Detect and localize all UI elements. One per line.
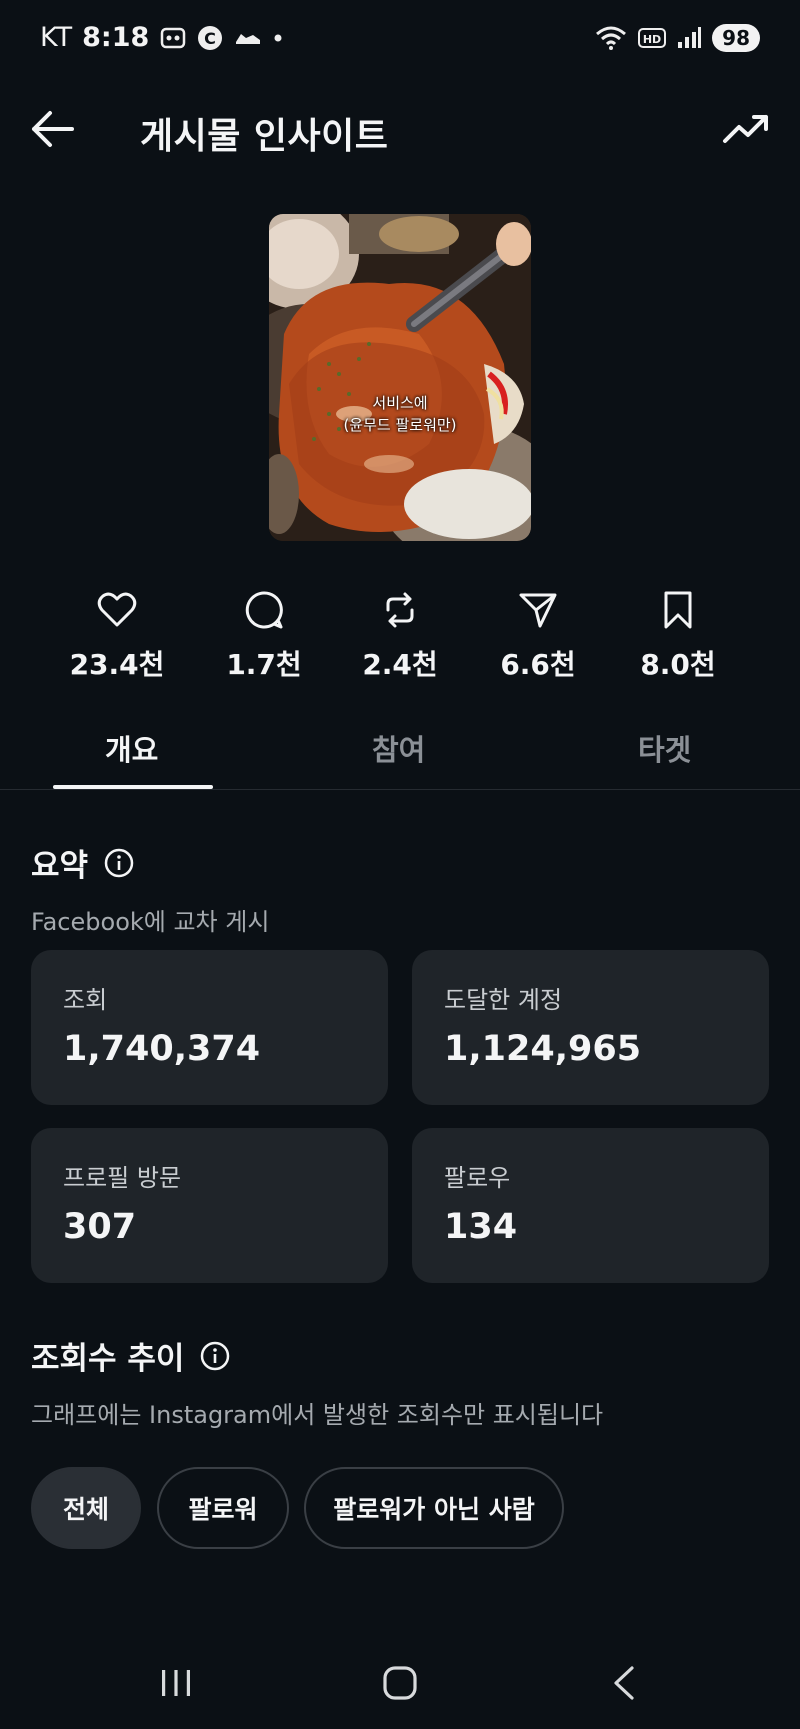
- metric-label: 프로필 방문: [63, 1164, 182, 1192]
- tab-overview[interactable]: 개요: [105, 727, 158, 769]
- shares-count: 6.6천: [500, 648, 576, 681]
- metric-card-follows: 팔로우 134: [412, 1128, 769, 1283]
- status-right: HD 98: [594, 24, 760, 52]
- info-icon[interactable]: [200, 1341, 230, 1371]
- saves-count: 8.0천: [640, 648, 716, 681]
- summary-title: 요약: [31, 848, 89, 884]
- metric-card-views: 조회 1,740,374: [31, 950, 388, 1105]
- stat-saves: 8.0천: [608, 585, 748, 683]
- summary-subtitle: Facebook에 교차 게시: [31, 908, 270, 936]
- tab-audience[interactable]: 타겟: [638, 727, 691, 769]
- caption-line-2: (윤무드 팔로워만): [343, 416, 457, 434]
- hd-badge-icon: HD: [638, 26, 667, 50]
- battery-indicator: 98: [712, 24, 760, 52]
- status-bar: KT 8:18 C HD 98: [0, 0, 800, 80]
- post-thumbnail[interactable]: 서비스에 (윤무드 팔로워만): [269, 214, 531, 541]
- back-nav-button[interactable]: [594, 1658, 654, 1708]
- tab-engagement[interactable]: 참여: [372, 727, 425, 769]
- screenshot-icon: [159, 25, 187, 51]
- stat-comments: 1.7천: [194, 585, 334, 683]
- filter-chip-followers[interactable]: 팔로워: [157, 1467, 289, 1549]
- metric-value: 1,740,374: [63, 1029, 261, 1069]
- carrier-label: KT: [40, 22, 73, 53]
- views-trend-heading: 조회수 추이: [31, 1333, 230, 1378]
- notification-dot-icon: [273, 33, 283, 43]
- home-button[interactable]: [370, 1658, 430, 1708]
- stat-likes: 23.4천: [47, 585, 187, 683]
- metric-label: 팔로우: [444, 1164, 511, 1192]
- insight-tabs: 개요 참여 타겟: [0, 715, 800, 790]
- system-nav-bar: [0, 1640, 800, 1729]
- recent-apps-button[interactable]: [146, 1658, 206, 1708]
- c-app-icon: C: [197, 25, 223, 51]
- app-header: 게시물 인사이트: [0, 95, 800, 165]
- back-button[interactable]: [30, 109, 76, 149]
- metric-card-profile-visits: 프로필 방문 307: [31, 1128, 388, 1283]
- repost-icon: [330, 585, 470, 635]
- stat-reposts: 2.4천: [330, 585, 470, 683]
- metric-card-reach: 도달한 계정 1,124,965: [412, 950, 769, 1105]
- likes-count: 23.4천: [69, 648, 165, 681]
- metric-value: 307: [63, 1207, 137, 1247]
- summary-heading: 요약: [31, 840, 134, 885]
- trending-up-icon: [723, 115, 768, 143]
- filter-chip-all[interactable]: 전체: [31, 1467, 141, 1549]
- recent-apps-icon: [162, 1670, 190, 1696]
- reposts-count: 2.4천: [362, 648, 438, 681]
- chevron-left-icon: [614, 1666, 634, 1700]
- active-tab-indicator: [53, 785, 213, 789]
- engagement-stats: 23.4천 1.7천 2.4천 6.6천 8.0천: [0, 585, 800, 685]
- caption-line-1: 서비스에: [372, 394, 428, 412]
- signal-icon: [676, 26, 702, 50]
- page-title: 게시물 인사이트: [140, 116, 389, 157]
- shoe-icon: [233, 26, 263, 50]
- filter-chip-non-followers[interactable]: 팔로워가 아닌 사람: [304, 1467, 564, 1549]
- info-icon[interactable]: [104, 848, 134, 878]
- svg-text:HD: HD: [643, 33, 661, 46]
- heart-icon: [47, 585, 187, 635]
- thumbnail-caption: 서비스에 (윤무드 팔로워만): [269, 392, 531, 436]
- wifi-icon: [594, 24, 628, 52]
- trend-button[interactable]: [722, 109, 770, 149]
- views-trend-title: 조회수 추이: [31, 1341, 185, 1377]
- status-left: KT 8:18 C: [40, 22, 283, 53]
- share-icon: [468, 585, 608, 635]
- comments-count: 1.7천: [226, 648, 302, 681]
- comment-icon: [194, 585, 334, 635]
- stat-shares: 6.6천: [468, 585, 608, 683]
- views-trend-subtitle: 그래프에는 Instagram에서 발생한 조회수만 표시됩니다: [31, 1401, 604, 1429]
- bookmark-icon: [608, 585, 748, 635]
- metric-value: 1,124,965: [444, 1029, 642, 1069]
- svg-text:C: C: [204, 29, 216, 48]
- arrow-left-icon: [32, 111, 74, 147]
- food-photo-image: [269, 214, 531, 541]
- metric-label: 조회: [63, 986, 108, 1014]
- clock: 8:18: [82, 22, 150, 53]
- metric-value: 134: [444, 1207, 518, 1247]
- home-icon: [383, 1666, 417, 1700]
- metric-label: 도달한 계정: [444, 986, 563, 1014]
